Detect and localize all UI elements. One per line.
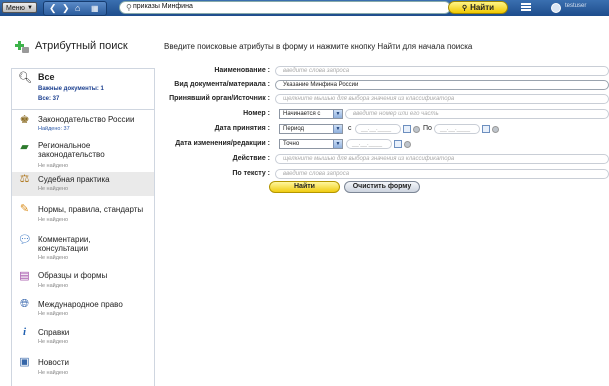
sidebar-item-label: Нормы, правила, стандарты bbox=[38, 205, 144, 214]
back-icon[interactable]: ❮ bbox=[49, 2, 57, 15]
compass-icon: ✎ bbox=[19, 203, 30, 215]
info-icon: i bbox=[22, 326, 27, 338]
find-label: Найти bbox=[470, 3, 495, 12]
name-field[interactable]: введите слова запроса bbox=[275, 66, 609, 76]
name-label: Наименование : bbox=[214, 67, 270, 74]
page-title: Атрибутный поиск bbox=[35, 40, 128, 52]
attribute-search-icon bbox=[15, 41, 29, 53]
news-icon: ▣ bbox=[19, 356, 30, 368]
russia-emblem-icon: ♚ bbox=[19, 114, 30, 126]
calendar-icon[interactable] bbox=[482, 125, 490, 133]
find-button[interactable]: ⚲ Найти bbox=[448, 1, 508, 14]
sidebar-item-norms[interactable]: ✎ Нормы, правила, стандарты Не найдено bbox=[12, 202, 154, 226]
date-to-field[interactable]: __.__.____ bbox=[434, 124, 480, 134]
sidebar-item-label: Новости bbox=[38, 358, 69, 367]
date-to-label: По bbox=[423, 125, 432, 132]
number-field[interactable]: введите номер или его часть bbox=[345, 109, 609, 119]
change-date-label: Дата изменения/редакции : bbox=[175, 140, 270, 147]
forward-icon[interactable]: ❯ bbox=[62, 2, 70, 15]
doctype-field[interactable]: Указание Минфина России bbox=[275, 80, 609, 90]
change-mode-value: Точно bbox=[283, 141, 300, 147]
user-name: testuser bbox=[565, 3, 587, 9]
user-avatar-icon[interactable] bbox=[551, 3, 561, 13]
result-status: Не найдено bbox=[38, 163, 69, 169]
text-label: По тексту : bbox=[232, 170, 270, 177]
sidebar-item-label: Международное право bbox=[38, 300, 123, 309]
result-status: Не найдено bbox=[38, 255, 69, 261]
attribute-search-heading: Атрибутный поиск bbox=[12, 38, 162, 56]
number-mode-value: Начинается с bbox=[283, 111, 321, 117]
chevron-down-icon: ▼ bbox=[333, 140, 342, 148]
action-label: Действие : bbox=[232, 155, 270, 162]
date-from-label: с bbox=[348, 125, 352, 132]
date-mode-select[interactable]: Период ▼ bbox=[279, 124, 343, 134]
sidebar-item-references[interactable]: i Справки Не найдено bbox=[12, 325, 154, 349]
find-button[interactable]: Найти bbox=[269, 181, 340, 193]
date-from-field[interactable]: __.__.____ bbox=[355, 124, 401, 134]
search-query: приказы Минфина bbox=[133, 3, 193, 10]
number-label: Номер : bbox=[243, 110, 270, 117]
text-field[interactable]: введите слова запроса bbox=[275, 169, 609, 179]
date-label: Дата принятия : bbox=[214, 125, 270, 132]
menu-button[interactable]: Меню ▼ bbox=[2, 2, 37, 13]
forms-icon: ▤ bbox=[19, 270, 30, 282]
search-icon: ⚲ bbox=[126, 3, 132, 12]
change-mode-select[interactable]: Точно ▼ bbox=[279, 139, 343, 149]
clear-form-button[interactable]: Очистить форму bbox=[344, 181, 420, 193]
scales-icon: ⚖ bbox=[19, 173, 30, 185]
sidebar-item-international[interactable]: 🌐︎ Международное право Не найдено bbox=[12, 297, 154, 321]
change-date-field[interactable]: __.__.____ bbox=[346, 139, 392, 149]
sidebar-item-all[interactable]: 🔍︎ Все Важные документы: 1 Все: 37 bbox=[12, 69, 154, 110]
menu-label: Меню bbox=[6, 5, 25, 12]
top-toolbar: Меню ▼ ❮ ❯ ⌂ ▦ ⚲ приказы Минфина ⚲ Найти t… bbox=[0, 0, 609, 16]
chat-icon: 💬︎ bbox=[18, 234, 32, 246]
result-status: Не найдено bbox=[38, 186, 69, 192]
date-mode-value: Период bbox=[283, 126, 305, 132]
navigation-group: ❮ ❯ ⌂ ▦ bbox=[43, 1, 107, 16]
sidebar-item-label: Образцы и формы bbox=[38, 271, 108, 280]
total-docs-count[interactable]: Все: 37 bbox=[38, 96, 59, 102]
result-status: Не найдено bbox=[38, 339, 69, 345]
result-status: Не найдено bbox=[38, 311, 69, 317]
sidebar-item-label: Все bbox=[38, 72, 55, 82]
result-status: Не найдено bbox=[38, 217, 69, 223]
clear-date-icon[interactable] bbox=[413, 126, 420, 133]
instruction-text: Введите поисковые атрибуты в форму и наж… bbox=[164, 42, 473, 51]
clear-date-icon[interactable] bbox=[492, 126, 499, 133]
sidebar-item-label: Справки bbox=[38, 328, 70, 337]
calendar-icon[interactable] bbox=[403, 125, 411, 133]
chevron-down-icon: ▼ bbox=[27, 5, 33, 11]
sidebar-item-comments[interactable]: 💬︎ Комментарии, консультации Не найдено bbox=[12, 233, 154, 265]
region-map-icon: ▰ bbox=[20, 141, 29, 153]
sidebar-item-label: Комментарии, консультации bbox=[38, 235, 91, 253]
hamburger-menu-icon[interactable] bbox=[521, 3, 531, 12]
globe-icon: 🌐︎ bbox=[20, 298, 29, 310]
calendar-icon[interactable] bbox=[394, 140, 402, 148]
sidebar-item-label: Судебная практика bbox=[38, 175, 110, 184]
result-status: Не найдено bbox=[38, 283, 69, 289]
chevron-down-icon: ▼ bbox=[333, 125, 342, 133]
result-status: Найдено: 37 bbox=[38, 126, 70, 132]
important-docs-count[interactable]: Важные документы: 1 bbox=[38, 86, 104, 92]
number-mode-select[interactable]: Начинается с ▼ bbox=[279, 109, 343, 119]
search-input[interactable]: ⚲ приказы Минфина bbox=[119, 1, 451, 14]
result-status: Не найдено bbox=[38, 370, 69, 376]
authority-label: Принявший орган/Источник : bbox=[169, 95, 270, 102]
sidebar-item-forms[interactable]: ▤ Образцы и формы Не найдено bbox=[12, 269, 154, 293]
home-icon[interactable]: ⌂ bbox=[75, 2, 80, 15]
doctype-label: Вид документа/материала : bbox=[174, 81, 270, 88]
authority-field[interactable]: щелкните мышью для выбора значения из кл… bbox=[275, 94, 609, 104]
magnifier-icon: 🔍︎ bbox=[18, 72, 32, 84]
action-field[interactable]: щелкните мышью для выбора значения из кл… bbox=[275, 154, 609, 164]
search-icon: ⚲ bbox=[461, 5, 468, 12]
grid-icon[interactable]: ▦ bbox=[91, 2, 99, 15]
sidebar-item-news[interactable]: ▣ Новости Не найдено bbox=[12, 355, 154, 379]
clear-date-icon[interactable] bbox=[404, 141, 411, 148]
chevron-down-icon: ▼ bbox=[333, 110, 342, 118]
